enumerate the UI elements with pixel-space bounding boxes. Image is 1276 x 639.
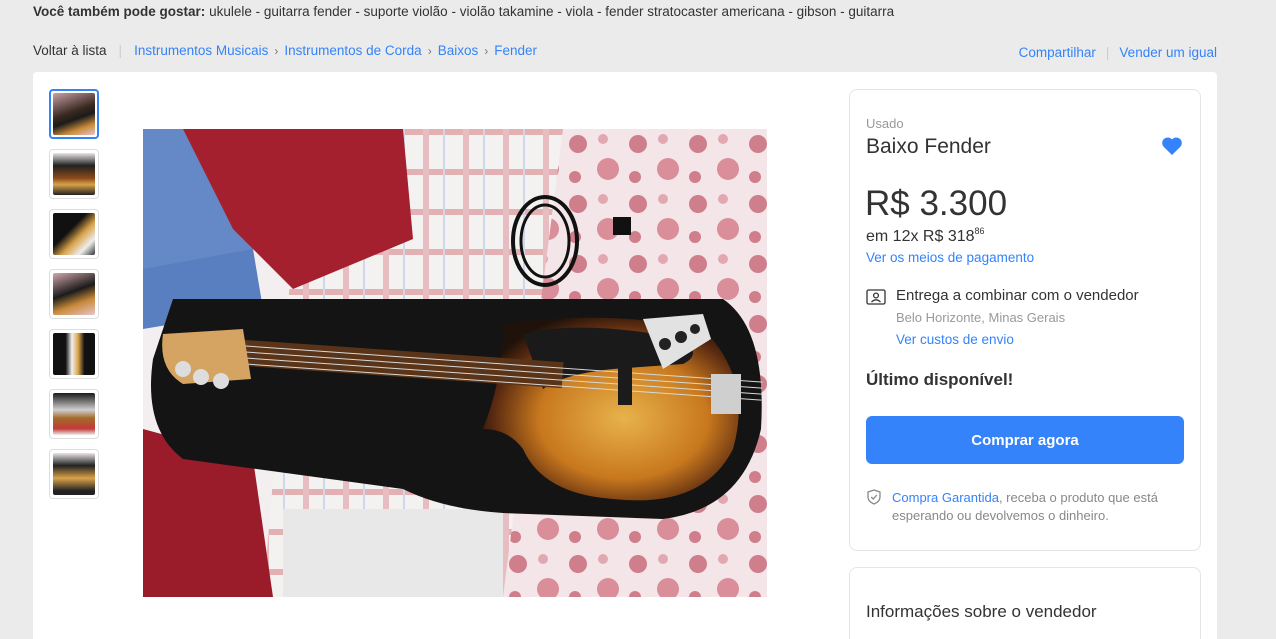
divider: | [1105,45,1110,60]
suggestions-label: Você também pode gostar: [33,4,206,19]
breadcrumb: Voltar à lista | Instrumentos Musicais ›… [33,43,537,58]
product-panel: Usado Baixo Fender R$ 3.300 em 12x R$ 31… [33,72,1217,639]
thumbnail-4[interactable] [49,269,99,319]
shipping-costs-link[interactable]: Ver custos de envio [896,332,1014,347]
guarantee-link[interactable]: Compra Garantida [892,490,999,505]
breadcrumb-item-fender[interactable]: Fender [494,43,537,58]
thumbnail-2[interactable] [49,149,99,199]
buy-now-button[interactable]: Comprar agora [866,416,1184,464]
main-product-image[interactable] [143,129,767,597]
thumbnail-5[interactable] [49,329,99,379]
heart-icon[interactable] [1160,134,1184,158]
condition-label: Usado [866,116,904,131]
thumbnail-list [49,89,99,509]
sell-same-link[interactable]: Vender um igual [1119,45,1217,60]
bass-guitar-photo [143,129,767,597]
back-to-list-link[interactable]: Voltar à lista [33,43,107,58]
page-actions: Compartilhar | Vender um igual [1019,45,1217,60]
guarantee-notice: Compra Garantida, receba o produto que e… [892,489,1192,525]
share-link[interactable]: Compartilhar [1019,45,1096,60]
thumbnail-1[interactable] [49,89,99,139]
shipping-location: Belo Horizonte, Minas Gerais [896,310,1066,325]
thumbnail-7[interactable] [49,449,99,499]
thumbnail-6[interactable] [49,389,99,439]
divider: | [118,43,123,58]
chevron-right-icon: › [427,43,432,58]
payment-methods-link[interactable]: Ver os meios de pagamento [866,250,1034,265]
seller-info-title: Informações sobre o vendedor [866,602,1097,621]
delivery-person-icon [866,289,886,305]
buy-box: Usado Baixo Fender R$ 3.300 em 12x R$ 31… [849,89,1201,551]
installments-cents: 86 [974,226,985,236]
suggestions-links[interactable]: ukulele - guitarra fender - suporte viol… [209,4,894,19]
chevron-right-icon: › [274,43,279,58]
installments-amount: em 12x R$ 318 [866,228,975,245]
shipping-title: Entrega a combinar com o vendedor [896,287,1139,304]
breadcrumb-item-instrumentos-de-corda[interactable]: Instrumentos de Corda [284,43,421,58]
breadcrumb-item-instrumentos-musicais[interactable]: Instrumentos Musicais [134,43,268,58]
breadcrumb-item-baixos[interactable]: Baixos [438,43,479,58]
shield-check-icon [867,489,881,505]
product-title: Baixo Fender [866,135,991,158]
price: R$ 3.300 [865,184,1008,223]
seller-info-box: Informações sobre o vendedor [849,567,1201,639]
suggestions-bar: Você também pode gostar: ukulele - guita… [33,4,894,19]
thumbnail-3[interactable] [49,209,99,259]
installments: em 12x R$ 31886 [866,226,985,246]
stock-status: Último disponível! [866,370,1014,389]
chevron-right-icon: › [484,43,489,58]
